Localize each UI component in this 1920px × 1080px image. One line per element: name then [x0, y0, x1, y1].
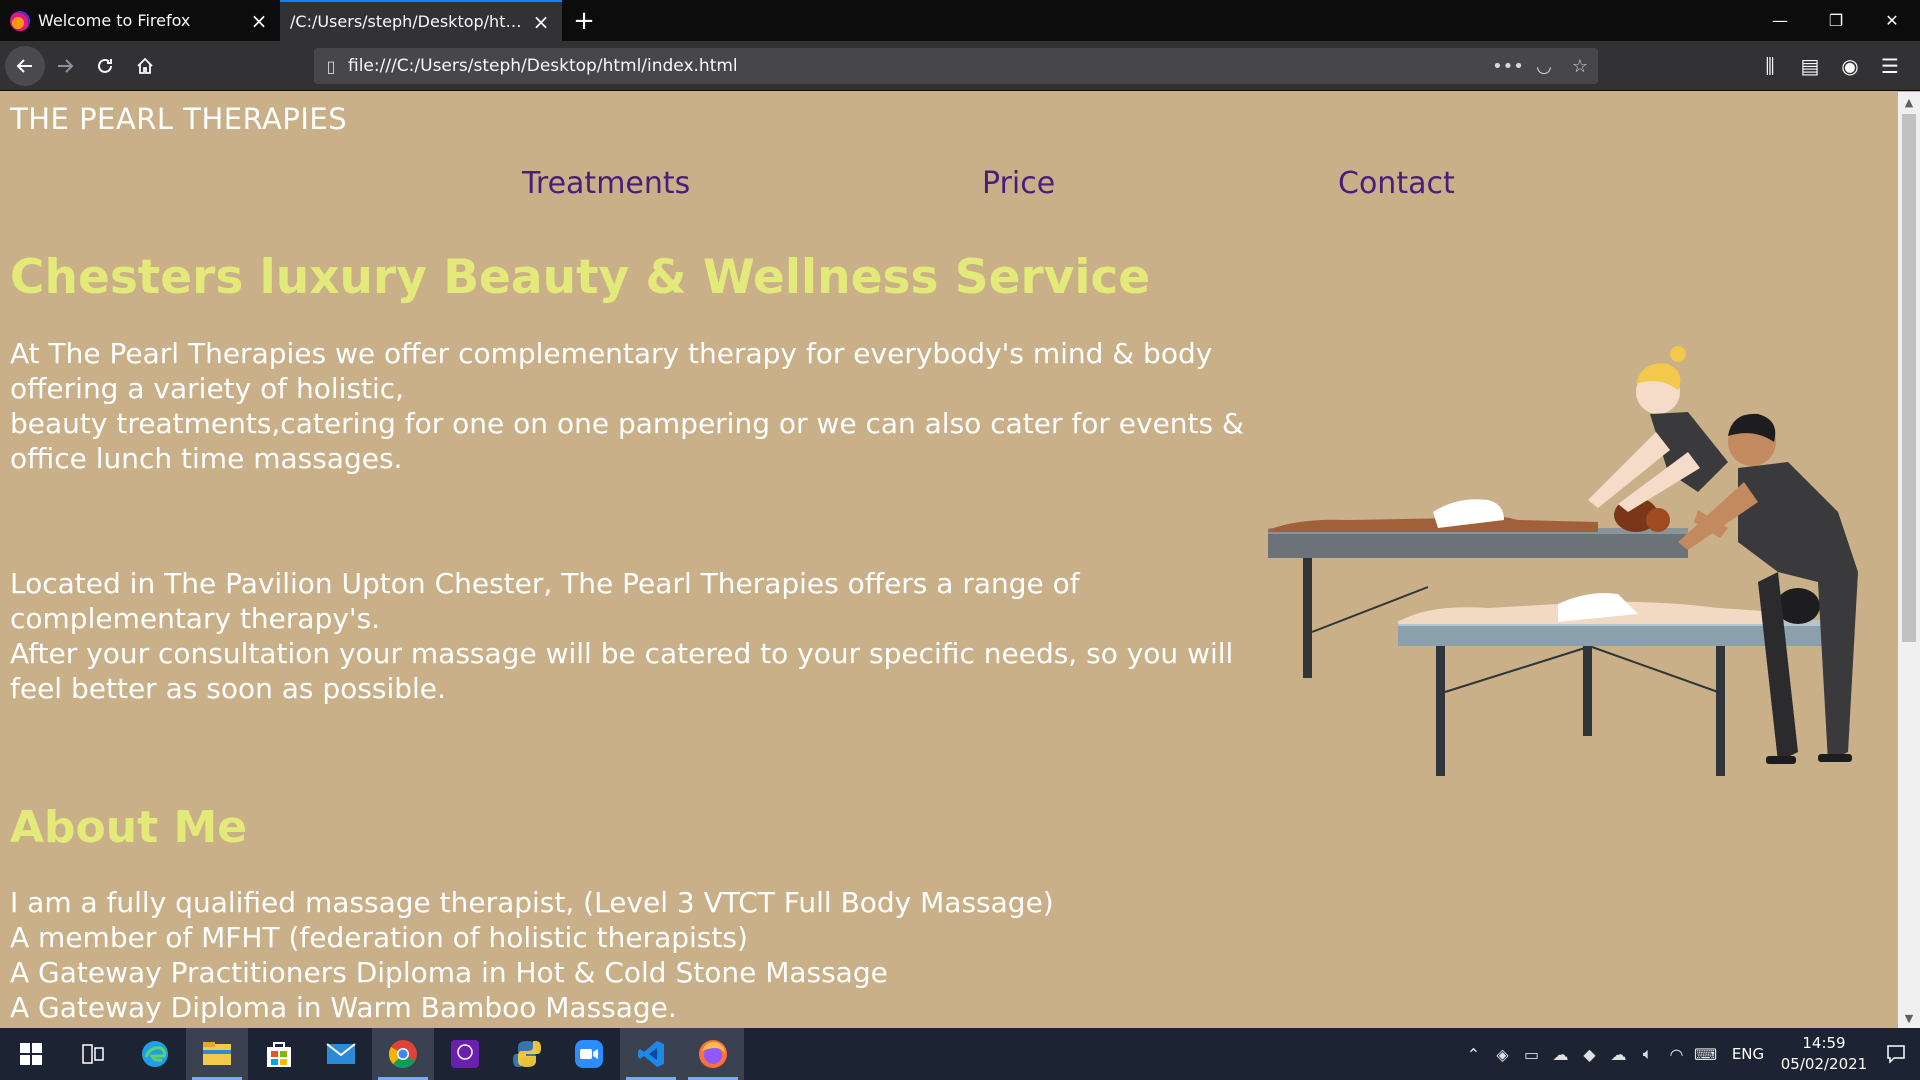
- bt-sport-icon[interactable]: [434, 1028, 496, 1080]
- url-text[interactable]: file:///C:/Users/steph/Desktop/html/inde…: [348, 56, 1490, 76]
- about-list: I am a fully qualified massage therapist…: [10, 885, 1054, 1025]
- zoom-icon[interactable]: [558, 1028, 620, 1080]
- chrome-icon[interactable]: [372, 1028, 434, 1080]
- cloud-sync-icon[interactable]: ☁: [1604, 1045, 1633, 1064]
- nav-price-link[interactable]: Price: [982, 166, 1055, 201]
- scroll-down-icon[interactable]: ▼: [1898, 1008, 1920, 1028]
- volume-icon[interactable]: 🔈︎: [1633, 1044, 1662, 1064]
- about-line: I am a fully qualified massage therapist…: [10, 886, 1054, 919]
- firefox-favicon-icon: [10, 10, 30, 31]
- clock[interactable]: 14:59 05/02/2021: [1776, 1033, 1872, 1075]
- vscode-icon[interactable]: [620, 1028, 682, 1080]
- about-line: A Gateway Practitioners Diploma in Hot &…: [10, 956, 888, 989]
- library-icon[interactable]: ⫼: [1750, 46, 1790, 86]
- home-icon[interactable]: [125, 46, 165, 86]
- store-icon[interactable]: [248, 1028, 310, 1080]
- pocket-icon[interactable]: ◡: [1526, 56, 1562, 77]
- page-scrollbar[interactable]: ▲ ▼: [1898, 92, 1920, 1028]
- restore-button[interactable]: ❐: [1808, 0, 1864, 41]
- nav-treatments-link[interactable]: Treatments: [522, 166, 690, 201]
- security-icon[interactable]: ◈: [1488, 1045, 1517, 1064]
- clock-date: 05/02/2021: [1780, 1055, 1868, 1073]
- tab-label: Welcome to Firefox: [38, 11, 191, 30]
- edge-icon[interactable]: [124, 1028, 186, 1080]
- location-paragraph: Located in The Pavilion Upton Chester, T…: [10, 566, 1250, 706]
- show-hidden-icons-icon[interactable]: ⌃: [1459, 1045, 1488, 1064]
- web-page: THE PEARL THERAPIES Treatments Price Con…: [0, 92, 1898, 1028]
- menu-icon[interactable]: ☰: [1870, 46, 1910, 86]
- massage-illustration: [1268, 346, 1858, 776]
- tab-index[interactable]: /C:/Users/steph/Desktop/html/index.html …: [280, 0, 562, 41]
- windows-start-icon[interactable]: [0, 1028, 62, 1080]
- notifications-icon[interactable]: [1872, 1044, 1920, 1064]
- window-controls: — ❐ ✕: [1752, 0, 1920, 41]
- task-view-icon[interactable]: [62, 1028, 124, 1080]
- about-line: A Gateway Diploma in Warm Bamboo Massage…: [10, 991, 677, 1024]
- windows-taskbar: ⌃ ◈ ▭ ☁ ◆ ☁ 🔈︎ ◠ ⌨ ENG 14:59 05/02/2021: [0, 1028, 1920, 1080]
- dropbox-icon[interactable]: ◆: [1575, 1045, 1604, 1064]
- site-title: THE PEARL THERAPIES: [10, 102, 348, 136]
- wifi-icon[interactable]: ◠: [1662, 1045, 1691, 1064]
- more-actions-icon[interactable]: •••: [1490, 56, 1526, 77]
- location-line: Located in The Pavilion Upton Chester, T…: [10, 567, 1080, 635]
- mail-icon[interactable]: [310, 1028, 372, 1080]
- battery-icon[interactable]: ▭: [1517, 1045, 1546, 1064]
- tab-strip: Welcome to Firefox × /C:/Users/steph/Des…: [0, 0, 1920, 41]
- account-icon[interactable]: ◉: [1830, 46, 1870, 86]
- close-window-button[interactable]: ✕: [1864, 0, 1920, 41]
- close-tab-icon[interactable]: ×: [248, 9, 270, 33]
- page-icon: ▯: [326, 56, 336, 76]
- forward-icon[interactable]: [45, 46, 85, 86]
- reload-icon[interactable]: [85, 46, 125, 86]
- scroll-up-icon[interactable]: ▲: [1898, 92, 1920, 112]
- about-heading: About Me: [10, 802, 248, 853]
- scroll-thumb[interactable]: [1902, 114, 1916, 642]
- location-line: After your consultation your massage wil…: [10, 637, 1234, 705]
- firefox-icon[interactable]: [682, 1028, 744, 1080]
- python-icon[interactable]: [496, 1028, 558, 1080]
- file-explorer-icon[interactable]: [186, 1028, 248, 1080]
- sidebar-icon[interactable]: ▤: [1790, 46, 1830, 86]
- close-tab-icon[interactable]: ×: [530, 10, 552, 34]
- onedrive-icon[interactable]: ☁: [1546, 1045, 1575, 1064]
- about-line: A member of MFHT (federation of holistic…: [10, 921, 748, 954]
- tab-label: /C:/Users/steph/Desktop/html/index.html: [290, 12, 530, 31]
- keyboard-icon[interactable]: ⌨: [1691, 1045, 1720, 1064]
- tab-welcome[interactable]: Welcome to Firefox ×: [0, 0, 280, 41]
- new-tab-button[interactable]: +: [562, 0, 606, 41]
- main-heading: Chesters luxury Beauty & Wellness Servic…: [10, 250, 1151, 305]
- nav-contact-link[interactable]: Contact: [1338, 166, 1455, 201]
- minimize-button[interactable]: —: [1752, 0, 1808, 41]
- toolbar-right: ⫼ ▤ ◉ ☰: [1750, 46, 1910, 86]
- language-indicator[interactable]: ENG: [1720, 1045, 1776, 1063]
- back-icon[interactable]: [5, 45, 45, 86]
- url-bar[interactable]: ▯ file:///C:/Users/steph/Desktop/html/in…: [314, 48, 1598, 84]
- intro-paragraph: At The Pearl Therapies we offer compleme…: [10, 336, 1250, 476]
- intro-line: At The Pearl Therapies we offer compleme…: [10, 337, 1213, 405]
- bookmark-star-icon[interactable]: ☆: [1562, 56, 1598, 77]
- intro-line: beauty treatments,catering for one on on…: [10, 407, 1244, 475]
- navigation-toolbar: ▯ file:///C:/Users/steph/Desktop/html/in…: [0, 41, 1920, 91]
- clock-time: 14:59: [1802, 1034, 1846, 1052]
- system-tray: ⌃ ◈ ▭ ☁ ◆ ☁ 🔈︎ ◠ ⌨ ENG 14:59 05/02/2021: [1459, 1028, 1920, 1080]
